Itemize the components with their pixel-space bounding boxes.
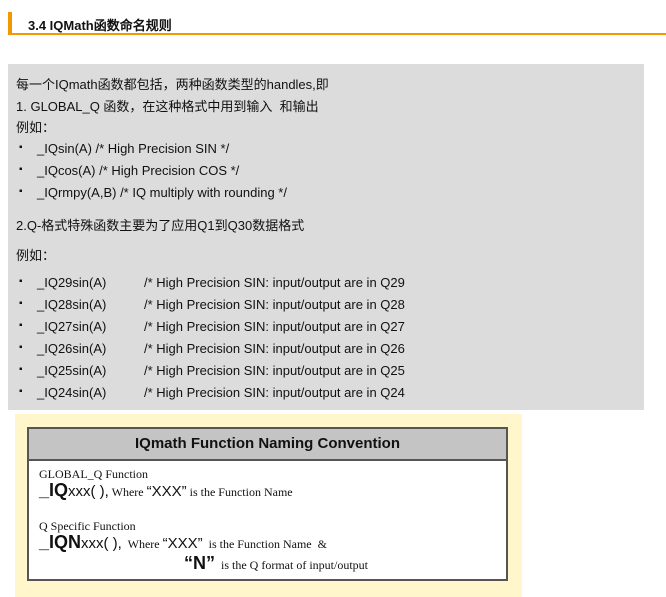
intro-line: 例如： [16,120,56,135]
function-comment: /* High Precision SIN: input/output are … [144,319,405,334]
function-comment: /* High Precision SIN: input/output are … [144,341,405,356]
list-item: _IQrmpy(A,B) /* IQ multiply with roundin… [37,185,287,200]
bullet: ▪ [19,164,23,175]
content-box: 每一个IQmath函数都包括，两种函数类型的handles,即 1. GLOBA… [8,64,644,410]
function-comment: /* High Precision SIN: input/output are … [144,385,405,400]
bullet: ▪ [19,276,23,287]
list-item: _IQ27sin(A) /* High Precision SIN: input/… [37,319,405,334]
function-name: _IQ28sin(A) [37,297,107,312]
intro-line: 每一个IQmath函数都包括，两种函数类型的handles,即 [16,77,329,92]
naming-convention-figure: IQmath Function Naming Convention GLOBAL… [15,414,522,597]
bullet: ▪ [19,364,23,375]
function-comment: /* High Precision SIN: input/output are … [144,275,405,290]
list-item: _IQ24sin(A) /* High Precision SIN: input/… [37,385,405,400]
bullet: ▪ [19,386,23,397]
q-heading: 2.Q-格式特殊函数主要为了应用Q1到Q30数据格式 [16,218,305,233]
bullet: ▪ [19,298,23,309]
bullet: ▪ [19,320,23,331]
figure-title: IQmath Function Naming Convention [29,429,506,461]
list-item: _IQcos(A) /* High Precision COS */ [37,163,240,178]
function-name: _IQ26sin(A) [37,341,107,356]
bullet: ▪ [19,142,23,153]
list-item: _IQ25sin(A) /* High Precision SIN: input/… [37,363,405,378]
bullet: ▪ [19,342,23,353]
bullet: ▪ [19,186,23,197]
function-name: _IQ25sin(A) [37,363,107,378]
n-syntax: “N” is the Q format of input/output [184,553,368,573]
intro-line: 1. GLOBAL_Q 函数，在这种格式中用到输入 和输出 [16,99,319,114]
function-name: _IQ24sin(A) [37,385,107,400]
list-item: _IQ28sin(A) /* High Precision SIN: input/… [37,297,405,312]
list-item: _IQ29sin(A) /* High Precision SIN: input/… [37,275,405,290]
q-example: 例如： [16,248,56,263]
function-name: _IQ27sin(A) [37,319,107,334]
q-syntax: _IQNxxx( ), Where “XXX” is the Function … [39,532,327,552]
section-heading: 3.4 IQMath函数命名规则 [8,12,666,35]
function-name: _IQ29sin(A) [37,275,107,290]
function-comment: /* High Precision SIN: input/output are … [144,297,405,312]
list-item: _IQ26sin(A) /* High Precision SIN: input/… [37,341,405,356]
function-comment: /* High Precision SIN: input/output are … [144,363,405,378]
heading-text: 3.4 IQMath函数命名规则 [28,18,172,33]
list-item: _IQsin(A) /* High Precision SIN */ [37,141,230,156]
global-syntax: _IQxxx( ), Where “XXX” is the Function N… [39,480,293,500]
